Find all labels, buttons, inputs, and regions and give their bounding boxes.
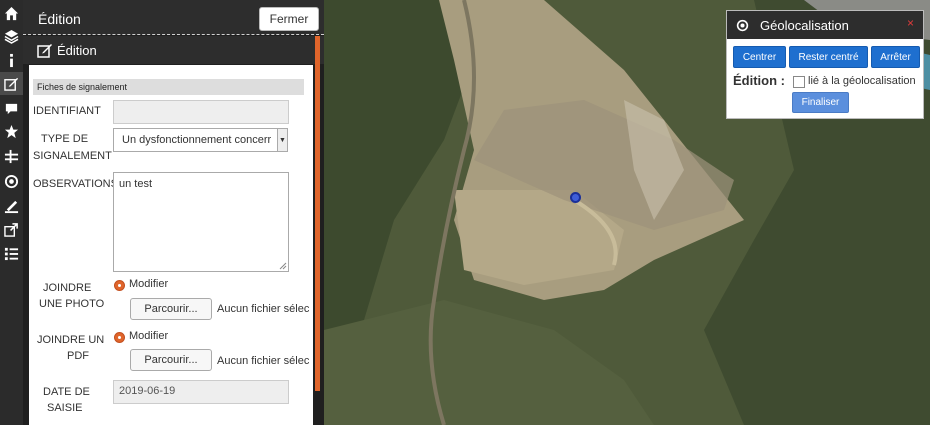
date-field[interactable]: 2019-06-19 <box>113 380 289 404</box>
draw-icon[interactable] <box>0 195 23 218</box>
panel-header: Édition Fermer <box>23 0 324 35</box>
layers-icon[interactable] <box>0 25 23 48</box>
photo-browse-button[interactable]: Parcourir... <box>130 298 212 320</box>
type-label-line1: TYPE DE <box>41 133 89 145</box>
pdf-label-line1: JOINDRE UN <box>37 334 105 346</box>
geolocation-title: Géolocalisation <box>760 18 849 33</box>
list-icon[interactable] <box>0 242 23 265</box>
info-icon[interactable] <box>0 49 23 72</box>
photo-label-line2: UNE PHOTO <box>39 298 105 310</box>
photo-file-status: Aucun fichier sélec <box>217 303 310 315</box>
center-button[interactable]: Centrer <box>733 46 786 68</box>
home-icon[interactable] <box>0 2 23 25</box>
panel-scrollbar[interactable] <box>315 36 320 391</box>
geolocation-edition-label: Édition : <box>733 73 785 88</box>
edition-subtitle: Édition <box>57 43 97 58</box>
share-icon[interactable] <box>0 218 23 241</box>
identifiant-label: IDENTIFIANT <box>33 105 101 117</box>
photo-modify-radio[interactable] <box>114 280 125 291</box>
edit-icon[interactable] <box>0 72 23 95</box>
edition-subheader: Édition <box>23 36 324 64</box>
stop-button[interactable]: Arrêter <box>871 46 920 68</box>
panel-title: Édition <box>38 11 81 27</box>
link-geolocation-checkbox[interactable] <box>793 76 805 88</box>
pdf-label-line2: PDF <box>67 350 89 362</box>
chevron-down-icon[interactable]: ▼ <box>277 128 288 152</box>
identifiant-field[interactable] <box>113 100 289 124</box>
comment-icon[interactable] <box>0 97 23 120</box>
stay-centered-button[interactable]: Rester centré <box>789 46 868 68</box>
edit-icon <box>37 44 52 58</box>
position-marker <box>570 192 581 203</box>
date-label-line2: SAISIE <box>47 402 83 414</box>
date-label-line1: DATE DE <box>43 386 90 398</box>
photo-label-line1: JOINDRE <box>43 282 92 294</box>
type-label-line2: SIGNALEMENT <box>33 150 112 162</box>
close-icon[interactable]: × <box>907 16 914 30</box>
star-icon[interactable] <box>0 120 23 143</box>
main-toolbar <box>0 0 23 425</box>
photo-modify-label: Modifier <box>129 278 169 290</box>
measure-icon[interactable] <box>0 145 23 168</box>
pdf-file-status: Aucun fichier sélec <box>217 355 310 367</box>
observations-label: OBSERVATIONS <box>33 178 118 190</box>
close-panel-button[interactable]: Fermer <box>259 7 319 31</box>
geolocation-icon <box>736 19 749 32</box>
edition-panel: Édition Fermer Édition Fiches de signale… <box>23 0 324 425</box>
geolocation-window: Géolocalisation × Centrer Rester centré … <box>726 10 924 119</box>
geolocation-icon[interactable] <box>0 170 23 193</box>
pdf-modify-label: Modifier <box>129 330 169 342</box>
report-form: Fiches de signalement IDENTIFIANT TYPE D… <box>29 65 313 425</box>
section-title: Fiches de signalement <box>33 79 304 95</box>
type-select[interactable]: Un dysfonctionnement concerr <box>113 128 288 152</box>
link-geolocation-label: lié à la géolocalisation <box>808 75 916 87</box>
observations-textarea[interactable]: un test <box>113 172 289 272</box>
resize-handle-icon[interactable] <box>279 262 287 270</box>
pdf-modify-radio[interactable] <box>114 332 125 343</box>
pdf-browse-button[interactable]: Parcourir... <box>130 349 212 371</box>
finish-button[interactable]: Finaliser <box>792 92 849 113</box>
geolocation-header: Géolocalisation × <box>727 11 923 39</box>
